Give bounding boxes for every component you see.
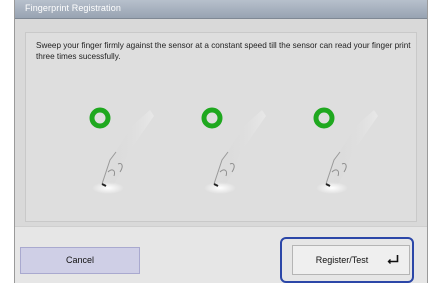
finger-swipe-icon [89, 107, 154, 194]
content-panel: Sweep your finger firmly against the sen… [25, 32, 417, 222]
dialog-title: Fingerprint Registration [25, 3, 121, 13]
register-test-button[interactable]: Register/Test [292, 245, 410, 275]
register-test-label: Register/Test [315, 255, 369, 265]
instruction-text: Sweep your finger firmly against the sen… [36, 41, 411, 61]
title-bar: Fingerprint Registration [15, 0, 427, 19]
finger-swipe-icon [201, 107, 266, 194]
fingerprint-step-1 [84, 98, 154, 218]
fingerprint-step-2 [196, 98, 266, 218]
finger-swipe-icon [313, 107, 378, 194]
fingerprint-step-3 [308, 98, 378, 218]
enter-key-icon [387, 255, 399, 264]
status-ring [89, 107, 111, 129]
status-ring [201, 107, 223, 129]
status-ring [313, 107, 335, 129]
cancel-button[interactable]: Cancel [20, 247, 140, 274]
